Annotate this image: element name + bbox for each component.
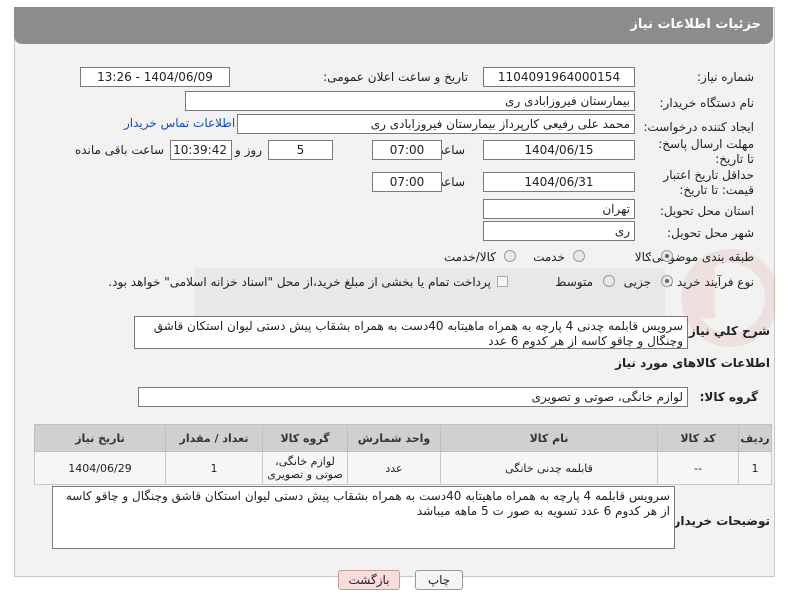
cell-qty: 1 (165, 451, 263, 485)
cell-name: قابلمه چدنی خانگی (440, 451, 658, 485)
col-code: کد کالا (657, 424, 739, 452)
cell-unit: عدد (347, 451, 441, 485)
col-unit: واحد شمارش (347, 424, 441, 452)
col-row: ردیف (738, 424, 772, 452)
goods-group-label: گروه کالا: (699, 390, 758, 404)
announce-date-field: 1404/06/09 - 13:26 (80, 67, 230, 87)
price-validity-label: حداقل تاریخ اعتبار قیمت: تا تاریخ: (663, 168, 754, 197)
city-field: ری (483, 221, 635, 241)
category-option-goods-service: کالا/خدمت (443, 250, 496, 264)
days-label: روز و (235, 143, 262, 157)
summary-textarea[interactable]: سرویس قابلمه چدنی 4 پارچه به همراه ماهیت… (134, 316, 688, 349)
col-date: تاریخ نیاز (34, 424, 166, 452)
category-radio-goods[interactable] (661, 250, 673, 262)
announce-date-label: تاریخ و ساعت اعلان عمومی: (323, 70, 468, 84)
goods-table: ردیف کد کالا نام کالا واحد شمارش گروه کا… (34, 424, 772, 485)
remaining-time-label: ساعت باقی مانده (74, 143, 164, 157)
buyer-org-field: بیمارستان فیروزابادی ری (185, 91, 635, 111)
summary-label: شرح کلي نياز: (684, 324, 770, 338)
city-label: شهر محل تحویل: (667, 226, 754, 240)
process-option-medium: متوسط (555, 275, 593, 289)
need-number-label: شماره نیاز: (697, 70, 754, 84)
goods-group-field: لوازم خانگی، صوتی و تصویری (138, 387, 688, 407)
province-label: استان محل تحویل: (659, 204, 754, 218)
creator-field: محمد علی رفیعی کارپرداز بیمارستان فیروزا… (237, 114, 635, 134)
panel-header: جزئیات اطلاعات نیاز (14, 7, 773, 44)
goods-info-title: اطلاعات کالاهای مورد نیاز (615, 356, 770, 370)
print-button[interactable]: چاپ (415, 570, 463, 590)
cell-group: لوازم خانگی، صوتی و تصویری (262, 451, 348, 485)
contact-info-link[interactable]: اطلاعات تماس خریدار (124, 116, 235, 130)
need-number-field: 1104091964000154 (483, 67, 635, 87)
table-row[interactable]: 1 -- قابلمه چدنی خانگی عدد لوازم خانگی، … (34, 451, 772, 485)
category-radio-goods-service[interactable] (504, 250, 516, 262)
reply-date-field: 1404/06/15 (483, 140, 635, 160)
buyer-org-label: نام دستگاه خریدار: (659, 96, 755, 110)
category-radio-service[interactable] (573, 250, 585, 262)
days-field: 5 (268, 140, 333, 160)
reply-deadline-label: مهلت ارسال پاسخ: تا تاریخ: (658, 137, 754, 166)
back-button[interactable]: بازگشت (338, 570, 400, 590)
payment-note: پرداخت تمام یا بخشی از مبلغ خرید،از محل … (108, 275, 491, 289)
category-option-goods: کالا (634, 250, 651, 264)
remaining-time-field: 10:39:42 (170, 140, 232, 160)
price-time-field: 07:00 (372, 172, 442, 192)
buyer-notes-textarea[interactable]: سرویس قابلمه 4 پارچه به همراه ماهیتابه 4… (52, 486, 675, 549)
payment-checkbox[interactable] (497, 276, 508, 287)
buyer-notes-label: توضیحات خریدار: (668, 514, 770, 528)
creator-label: ایجاد کننده درخواست: (643, 120, 754, 134)
table-header-row: ردیف کد کالا نام کالا واحد شمارش گروه کا… (34, 424, 772, 452)
cell-date: 1404/06/29 (34, 451, 166, 485)
reply-time-field: 07:00 (372, 140, 442, 160)
col-group: گروه کالا (262, 424, 348, 452)
cell-row: 1 (738, 451, 772, 485)
col-name: نام کالا (440, 424, 658, 452)
process-radio-medium[interactable] (603, 275, 615, 287)
category-option-service: خدمت (533, 250, 565, 264)
process-label: نوع فرآیند خرید : (669, 275, 754, 289)
process-option-minor: جزیی (623, 275, 651, 289)
price-date-field: 1404/06/31 (483, 172, 635, 192)
province-field: تهران (483, 199, 635, 219)
process-radio-minor[interactable] (661, 275, 673, 287)
col-qty: تعداد / مقدار (165, 424, 263, 452)
cell-code: -- (657, 451, 739, 485)
panel-title: جزئیات اطلاعات نیاز (630, 17, 761, 32)
